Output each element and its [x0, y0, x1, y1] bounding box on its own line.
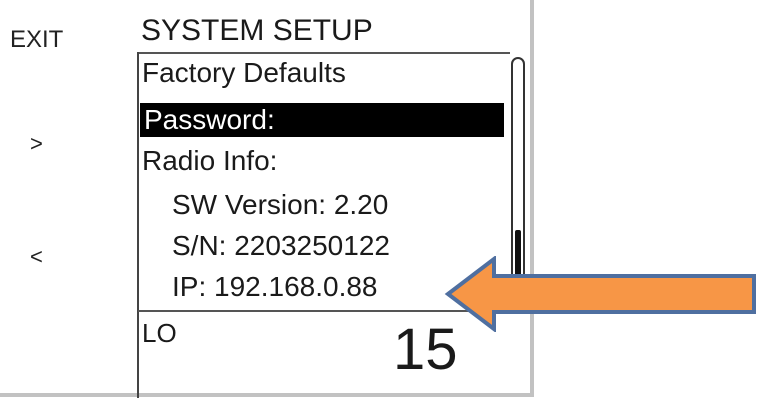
menu-item-factory-defaults[interactable]: Factory Defaults: [142, 56, 346, 90]
menu-item-password[interactable]: Password:: [140, 103, 504, 137]
screen-title: SYSTEM SETUP: [141, 14, 373, 47]
title-divider: [138, 52, 510, 54]
next-softkey[interactable]: >: [30, 131, 43, 157]
radio-display-panel: EXIT > < SYSTEM SETUP Factory Defaults P…: [0, 0, 534, 398]
ip-address-readout: IP: 192.168.0.88: [172, 271, 378, 302]
screen-left-border: [137, 52, 139, 398]
lo-label: LO: [142, 318, 177, 348]
left-arrow-callout-icon: [444, 256, 756, 332]
sw-version-readout: SW Version: 2.20: [172, 189, 389, 220]
exit-softkey[interactable]: EXIT: [10, 26, 63, 54]
previous-softkey[interactable]: <: [30, 244, 43, 270]
arrow-shape: [444, 256, 756, 332]
menu-item-radio-info[interactable]: Radio Info:: [142, 144, 277, 178]
serial-number-readout: S/N: 2203250122: [172, 230, 390, 261]
